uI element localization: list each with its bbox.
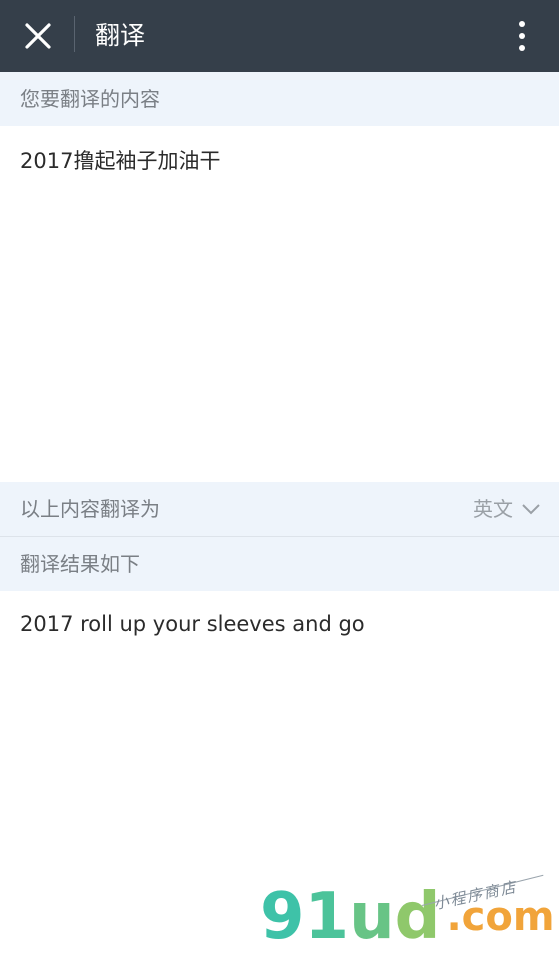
watermark-char: 1: [304, 880, 350, 954]
close-button[interactable]: [16, 12, 60, 60]
page-title: 翻译: [95, 21, 146, 50]
watermark-char: u: [349, 880, 395, 954]
header-divider: [74, 16, 75, 52]
watermark-char: 9: [260, 880, 305, 954]
language-select[interactable]: 英文: [473, 482, 541, 536]
target-language-label: 以上内容翻译为: [20, 497, 160, 521]
target-language-row[interactable]: 以上内容翻译为 英文: [0, 482, 559, 536]
language-select-value: 英文: [473, 497, 513, 521]
translate-page: 翻译 您要翻译的内容 2017撸起袖子加油干 以上内容翻译为 英文 翻译结果如下…: [0, 0, 559, 960]
top-bar: 翻译: [0, 0, 559, 72]
chevron-down-icon: [521, 503, 541, 515]
translation-result-text: 2017 roll up your sleeves and go: [20, 612, 365, 636]
input-section-header: 您要翻译的内容: [0, 72, 559, 126]
input-section-label: 您要翻译的内容: [20, 87, 160, 111]
source-text-input[interactable]: 2017撸起袖子加油干: [20, 145, 540, 175]
result-section-label: 翻译结果如下: [20, 552, 140, 576]
more-button[interactable]: [500, 12, 544, 60]
result-section-header: 翻译结果如下: [0, 537, 559, 591]
more-vertical-icon: [519, 21, 525, 51]
close-icon: [25, 23, 51, 49]
